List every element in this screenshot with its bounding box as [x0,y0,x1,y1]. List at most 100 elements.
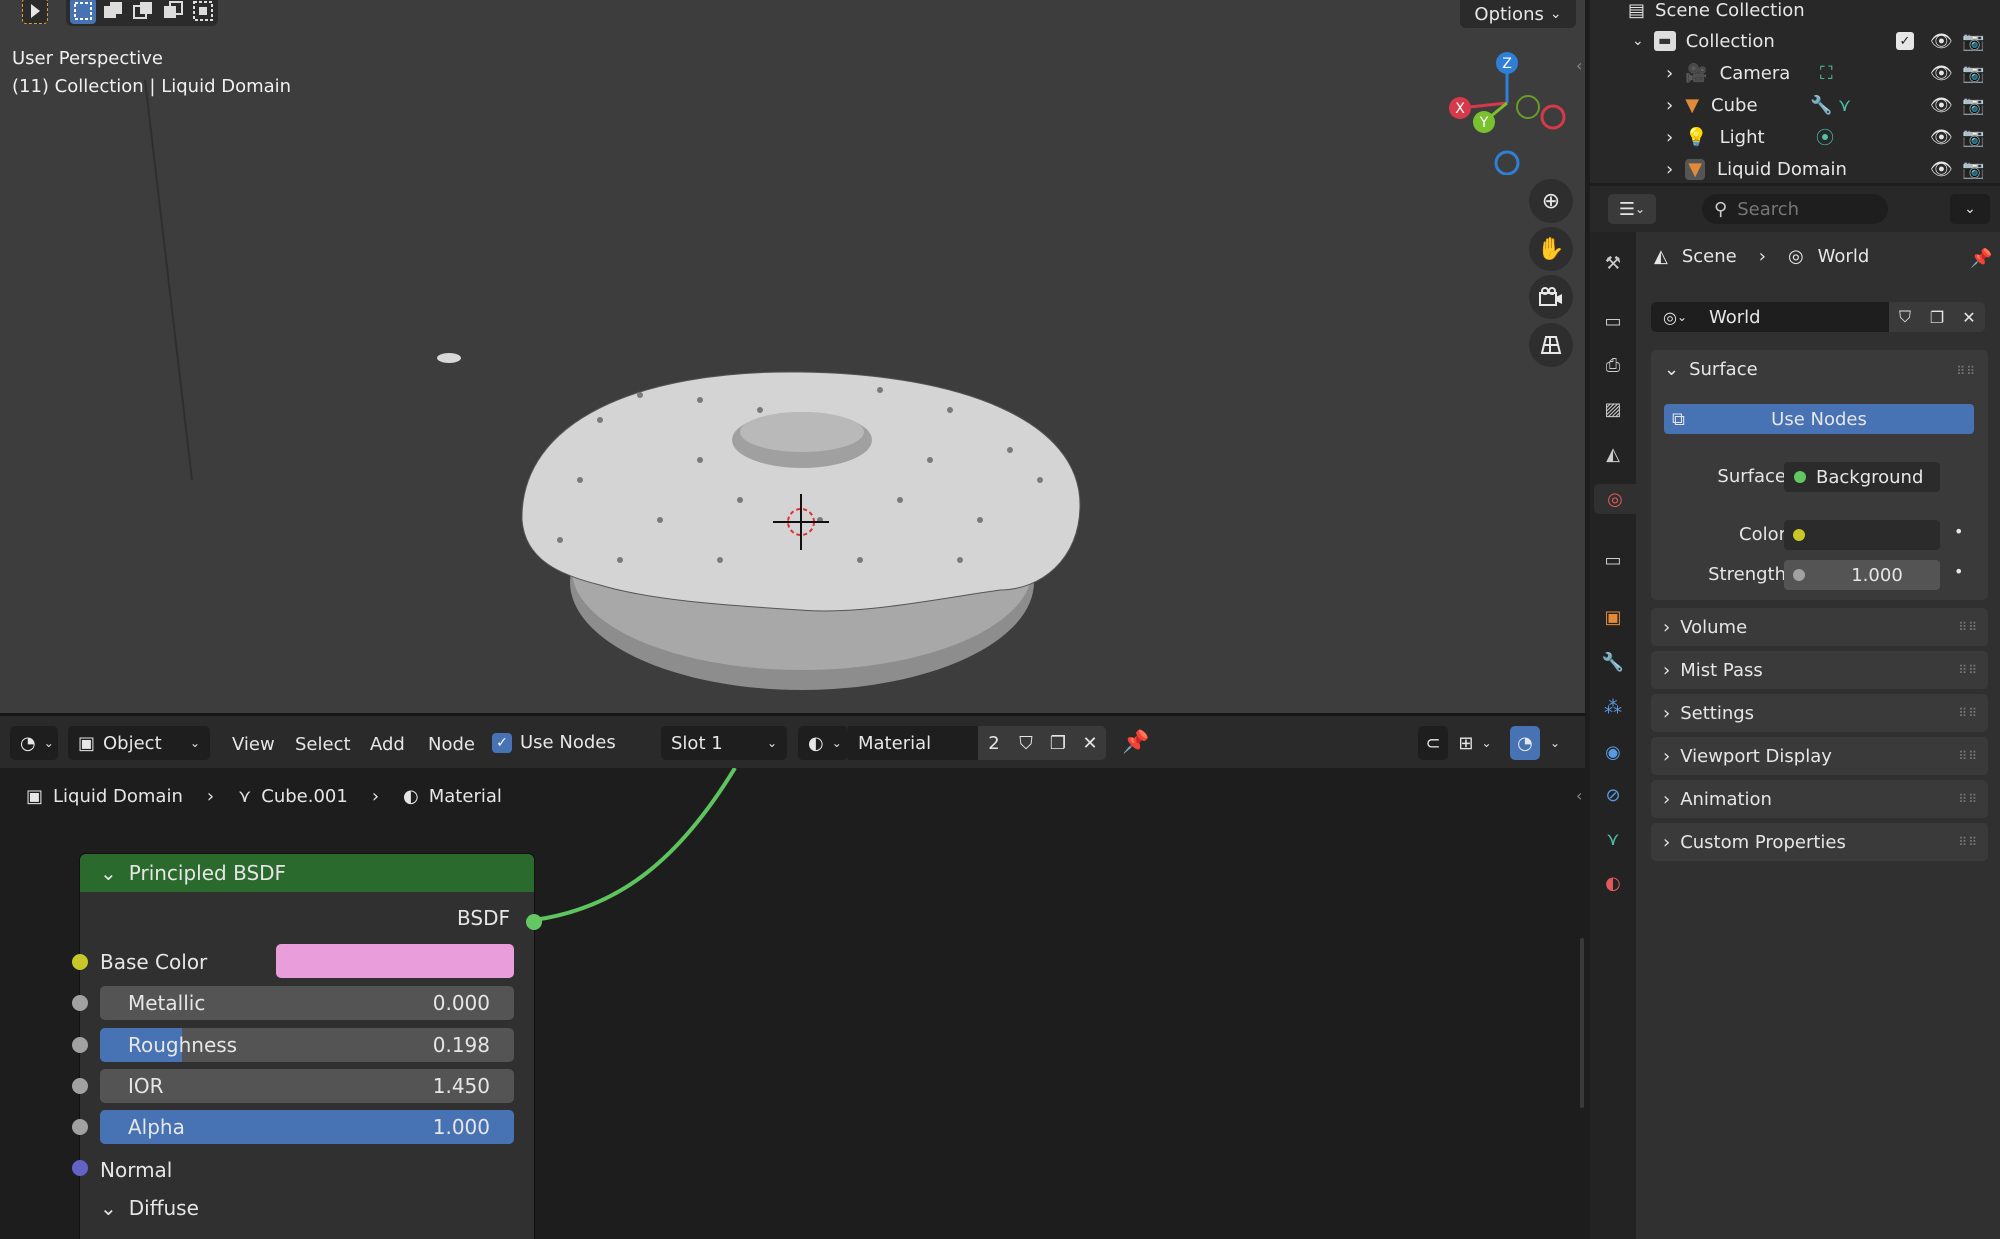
slot-dropdown[interactable]: Slot 1 ⌄ [661,726,787,760]
outliner-row-collection[interactable]: ⌄ ▬ Collection ✓ 👁 📷 [1590,25,2000,57]
viewport-display-panel[interactable]: › Viewport Display ⠿⠿ [1651,737,1988,775]
bsdf-output-socket[interactable] [526,914,542,930]
pin-icon[interactable]: 📌 [1970,248,1992,269]
object-tab-icon[interactable]: ▣ [1598,602,1628,632]
view-layer-tab-icon[interactable]: ▨ [1598,394,1628,424]
scene-tab-icon[interactable]: ◭ [1598,439,1628,469]
chevron-down-icon[interactable]: ⌄ [1540,726,1570,760]
fake-user-shield-icon[interactable]: ⛉ [1010,726,1042,760]
keyframe-dot-icon[interactable]: • [1954,522,1963,541]
snap-grid-icon[interactable]: ⊞ ⌄ [1450,726,1500,760]
mist-pass-panel[interactable]: › Mist Pass ⠿⠿ [1651,651,1988,689]
eye-icon[interactable]: 👁 [1930,31,1953,52]
chevron-right-icon[interactable]: › [1666,159,1673,180]
outliner[interactable]: ▤ Scene Collection ⌄ ▬ Collection ✓ 👁 📷 … [1590,0,2000,183]
drag-grip-icon[interactable]: ⠿⠿ [1958,620,1978,634]
menu-select[interactable]: Select [295,734,351,755]
outliner-row-liquid-domain[interactable]: › ▼ Liquid Domain 👁 📷 [1590,153,2000,183]
chevron-right-icon[interactable]: › [1666,63,1673,84]
metallic-socket[interactable] [72,995,88,1011]
output-tab-icon[interactable]: ⎙ [1598,350,1628,380]
node-title-bar[interactable]: ⌄ Principled BSDF [80,854,534,892]
drag-grip-icon[interactable]: ⠿⠿ [1958,749,1978,763]
constraints-tab-icon[interactable]: ⊘ [1598,780,1628,810]
close-icon[interactable]: ✕ [1074,726,1106,760]
mesh-data-tab-icon[interactable]: ⋎ [1598,824,1628,854]
chevron-down-icon[interactable]: ⌄ [100,861,117,885]
particles-tab-icon[interactable]: ⁂ [1598,692,1628,722]
chevron-right-icon[interactable]: › [1666,127,1673,148]
duplicate-icon[interactable]: ❐ [1921,302,1953,332]
settings-panel[interactable]: › Settings ⠿⠿ [1651,694,1988,732]
roughness-field[interactable]: Roughness 0.198 [100,1028,514,1062]
checkbox-checked-icon[interactable]: ✓ [492,732,512,753]
camera-view-icon[interactable] [1529,275,1573,319]
editor-type-button[interactable]: ◔ ⌄ [10,726,58,760]
pan-hand-icon[interactable]: ✋ [1529,227,1573,271]
metallic-field[interactable]: Metallic 0.000 [100,986,514,1020]
zoom-icon[interactable]: ⊕ [1529,179,1573,223]
world-color-swatch[interactable] [1814,520,1940,550]
material-name-field[interactable]: Material [848,726,978,760]
options-chevron-icon[interactable]: ⌄ [1950,194,1990,224]
ortho-grid-icon[interactable] [1529,323,1573,367]
base-color-swatch[interactable] [276,944,514,978]
fake-user-shield-icon[interactable]: ⛉ [1889,302,1921,332]
diffuse-subpanel[interactable]: ⌄ Diffuse [100,1196,199,1220]
strength-socket-button[interactable] [1784,560,1814,590]
overlay-icon[interactable]: ◔ [1510,726,1540,760]
drag-grip-icon[interactable]: ⠿⠿ [1958,792,1978,806]
3d-viewport[interactable]: User Perspective (11) Collection | Liqui… [0,0,1585,713]
physics-tab-icon[interactable]: ◉ [1598,737,1628,767]
material-tab-icon[interactable]: ◐ [1598,868,1628,898]
object-mode-dropdown[interactable]: ▣ Object ⌄ [68,726,210,760]
outliner-row-cube[interactable]: › ▼ Cube 🔧 ⋎ 👁 📷 [1590,89,2000,121]
eye-icon[interactable]: 👁 [1930,95,1953,116]
world-tab-icon[interactable]: ◎ [1594,484,1636,514]
material-browse-button[interactable]: ◐ ⌄ [798,726,848,760]
drag-grip-icon[interactable]: ⠿⠿ [1958,835,1978,849]
eye-icon[interactable]: 👁 [1930,159,1953,180]
camera-render-icon[interactable]: 📷 [1962,95,1984,116]
principled-bsdf-node[interactable]: ⌄ Principled BSDF BSDF Base Color Metall… [80,854,534,1239]
camera-render-icon[interactable]: 📷 [1962,63,1984,84]
checkbox-checked-icon[interactable]: ✓ [1896,32,1914,50]
camera-data-icon[interactable]: ⛶ [1820,63,1833,84]
surface-shader-dropdown[interactable]: Background [1784,462,1940,492]
surface-panel-header[interactable]: ⌄ Surface [1664,359,1758,380]
outliner-row-light[interactable]: › 💡 Light ⦿ 👁 📷 [1590,121,2000,153]
node-editor[interactable]: ▣ Liquid Domain › ⋎ Cube.001 › ◐ Materia… [0,768,1585,1239]
custom-properties-panel[interactable]: › Custom Properties ⠿⠿ [1651,823,1988,861]
camera-render-icon[interactable]: 📷 [1962,127,1984,148]
drag-grip-icon[interactable]: ⠿⠿ [1956,364,1976,378]
material-users-count[interactable]: 2 [978,726,1010,760]
snap-magnet-icon[interactable]: ⊂ [1418,726,1448,760]
scrollbar[interactable] [1580,938,1584,1108]
close-icon[interactable]: ✕ [1953,302,1985,332]
navigation-gizmo[interactable]: Z X Y [1440,45,1580,175]
animation-panel[interactable]: › Animation ⠿⠿ [1651,780,1988,818]
volume-panel[interactable]: › Volume ⠿⠿ [1651,608,1988,646]
eye-icon[interactable]: 👁 [1930,63,1953,84]
alpha-socket[interactable] [72,1119,88,1135]
drag-grip-icon[interactable]: ⠿⠿ [1958,663,1978,677]
outliner-row-scene-collection[interactable]: ▤ Scene Collection [1590,0,2000,26]
collection-tab-icon[interactable]: ▭ [1598,545,1628,575]
normal-socket[interactable] [72,1160,88,1176]
pin-icon[interactable]: 📌 [1122,730,1149,755]
strength-field[interactable]: 1.000 [1814,560,1940,590]
color-socket-button[interactable] [1784,520,1814,550]
use-nodes-toggle[interactable]: ✓ Use Nodes [492,732,616,753]
chevron-right-icon[interactable]: › [1666,95,1673,116]
menu-node[interactable]: Node [428,734,475,755]
light-data-icon[interactable]: ⦿ [1816,124,1834,150]
menu-add[interactable]: Add [370,734,405,755]
base-color-socket[interactable] [72,954,88,970]
ior-socket[interactable] [72,1078,88,1094]
world-name-field[interactable]: World [1699,302,1889,332]
wrench-modifier-icon[interactable]: 🔧 [1810,95,1832,116]
outliner-row-camera[interactable]: › 🎥 Camera ⛶ 👁 📷 [1590,57,2000,89]
keyframe-dot-icon[interactable]: • [1954,562,1963,581]
menu-view[interactable]: View [232,734,275,755]
roughness-socket[interactable] [72,1037,88,1053]
